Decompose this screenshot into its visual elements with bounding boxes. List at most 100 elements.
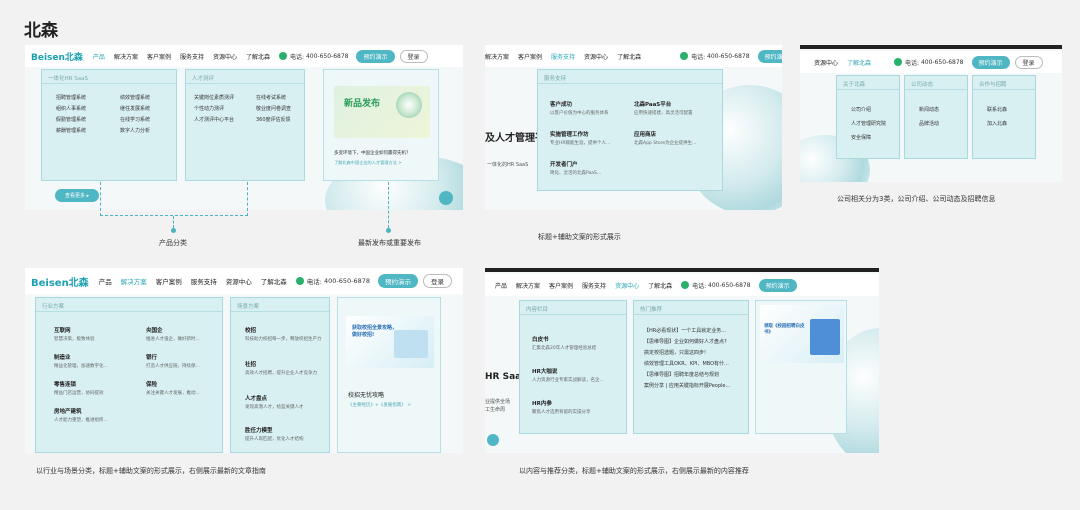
menu-item[interactable]: 继任发展系统 xyxy=(120,105,150,116)
scene-item[interactable]: 胜任力模型 提升人岗匹配，优化人才结构 xyxy=(245,426,325,442)
demo-button[interactable]: 预约演示 xyxy=(378,274,419,288)
login-button[interactable]: 登录 xyxy=(399,49,428,63)
nav-service[interactable]: 服务支持 xyxy=(191,276,217,286)
nav-service[interactable]: 服务支持 xyxy=(582,281,606,290)
industry-item[interactable]: 制造业 精益化管理，加速数字化... xyxy=(54,353,108,369)
industry-item[interactable]: 央国企 推进人才强企，做好新时... xyxy=(146,326,200,342)
logo[interactable]: Beisen北森 xyxy=(31,274,89,289)
service-item-3[interactable]: 实施管理工作坊 专业HR赋能生涯，提供个人... xyxy=(550,130,610,146)
nav-products[interactable]: 产品 xyxy=(99,276,112,286)
industry-item[interactable]: 互联网 智慧决策，极致体验 xyxy=(54,326,95,342)
nav-solutions[interactable]: 解决方案 xyxy=(114,52,138,61)
industry-item[interactable]: 零售连锁 精益门店运营，协同提效 xyxy=(54,380,104,396)
top-nav: Beisen北森 产品 解决方案 客户案例 服务支持 资源中心 了解北森 电话:… xyxy=(25,268,463,294)
login-button[interactable]: 登录 xyxy=(1014,55,1043,69)
nav-resources[interactable]: 资源中心 xyxy=(226,276,252,286)
recommend-card[interactable]: 领取《校园招聘白皮书》 xyxy=(755,300,847,434)
menu-item[interactable]: 薪酬管理系统 xyxy=(56,127,86,138)
service-item-1[interactable]: 客户成功 以客户价值为中心的服务体系 xyxy=(550,100,609,116)
menu-item[interactable]: 品牌活动 xyxy=(919,120,939,131)
menu-item[interactable]: 在线学习系统 xyxy=(120,116,150,127)
menu-item[interactable]: 新闻动态 xyxy=(919,106,939,117)
menu-item[interactable]: 敬业度问卷调查 xyxy=(256,105,291,116)
industry-item[interactable]: 银行 打造人才供应链，持续保... xyxy=(146,353,200,369)
menu-item[interactable]: 招聘管理系统 xyxy=(56,94,86,105)
content-item[interactable]: 白皮书 汇集北森20年人才管理经验总结 xyxy=(532,335,596,351)
menu-item[interactable]: 公司介绍 xyxy=(851,106,886,117)
hot-item[interactable]: 搞定校招选题，只需这四步! xyxy=(644,349,730,360)
scene-item[interactable]: 人才盘点 发现高潜人才，绘蓝关键人才 xyxy=(245,394,325,410)
nav-solutions[interactable]: 解决方案 xyxy=(121,276,147,286)
chat-icon[interactable] xyxy=(439,191,453,205)
menu-item[interactable]: 假勤管理系统 xyxy=(56,116,86,127)
nav-about[interactable]: 了解北森 xyxy=(648,281,672,290)
content-item[interactable]: HR内参 聚焦人才选用育留的实操分享 xyxy=(532,399,591,415)
menu-item[interactable]: 人才管理研究院 xyxy=(851,120,886,131)
menu-item[interactable]: 个性动力测评 xyxy=(194,105,234,116)
more-button[interactable]: 查看更多 ▸ xyxy=(55,189,100,202)
product-list-1: 招聘管理系统 组织人事系统 假勤管理系统 薪酬管理系统 xyxy=(56,94,86,138)
content-item[interactable]: HR大咖说 人力资源行业专家实战解读，名企... xyxy=(532,367,604,383)
hot-item[interactable]: 案例分享 | 应用关键指标开展People... xyxy=(644,382,730,393)
nav-cases[interactable]: 客户案例 xyxy=(518,52,542,61)
nav-cases[interactable]: 客户案例 xyxy=(156,276,182,286)
nav-solutions[interactable]: 解决方案 xyxy=(516,281,540,290)
logo[interactable]: Beisen北森 xyxy=(31,50,83,63)
phone-icon xyxy=(681,281,690,289)
demo-button[interactable]: 预约演示 xyxy=(757,49,782,63)
hot-item[interactable]: 【HR必看现状】一个工具就定业务... xyxy=(644,327,730,338)
nav-about[interactable]: 了解北森 xyxy=(617,52,641,61)
nav-about[interactable]: 了解北森 xyxy=(246,52,270,61)
industry-item[interactable]: 保险 关注关键人才发展，推动... xyxy=(146,380,200,396)
demo-button[interactable]: 预约演示 xyxy=(758,278,797,292)
nav-solutions[interactable]: 解决方案 xyxy=(485,52,509,61)
product-list-3: 关键岗位素质测评 个性动力测评 人才测评中心平台 xyxy=(194,94,234,127)
demo-button[interactable]: 预约演示 xyxy=(356,49,395,63)
nav-service[interactable]: 服务支持 xyxy=(551,52,575,61)
release-text: 多变环境下，中国企业如何赢得先机？ xyxy=(334,151,411,156)
nav-products[interactable]: 产品 xyxy=(93,52,105,61)
nav-products[interactable]: 产品 xyxy=(495,281,507,290)
guide-link[interactable]: 《主要经历》+《发展指南》 > xyxy=(348,402,411,408)
menu-item[interactable]: 绩效管理系统 xyxy=(120,94,150,105)
login-button[interactable]: 登录 xyxy=(423,274,453,288)
menu-item[interactable]: 在线考试系统 xyxy=(256,94,291,105)
menu-item[interactable]: 360度评估反馈 xyxy=(256,116,291,127)
phone-icon xyxy=(680,52,689,60)
menu-item[interactable]: 数字人力分析 xyxy=(120,127,150,138)
nav-cases[interactable]: 客户案例 xyxy=(147,52,171,61)
annotation-line-products xyxy=(100,182,248,216)
service-item-2[interactable]: 北森PaaS平台 应用快速搭建，高灵活可配置 xyxy=(634,100,693,116)
menu-item[interactable]: 组织人事系统 xyxy=(56,105,86,116)
hot-list: 【HR必看现状】一个工具就定业务... 【思维导图】企业如何做好人才盘点? 搞定… xyxy=(644,327,730,393)
menu-item[interactable]: 联系北森 xyxy=(987,106,1007,117)
hot-item[interactable]: 绩效管理工具OKR、KPI、MBO有什... xyxy=(644,360,730,371)
hot-item[interactable]: 【思维导图】企业如何做好人才盘点? xyxy=(644,338,730,349)
demo-button[interactable]: 预约演示 xyxy=(971,55,1010,69)
nav-resources[interactable]: 资源中心 xyxy=(814,58,838,67)
nav-about[interactable]: 了解北森 xyxy=(261,276,287,286)
industry-item[interactable]: 房地产建筑 人才能力重塑，推进组织... xyxy=(54,407,108,423)
annotation-dot xyxy=(171,228,176,233)
group-title: 人才测评 xyxy=(186,70,304,84)
service-item-5[interactable]: 开发者门户 简化、灵活的北森PaaS... xyxy=(550,160,601,176)
nav-service[interactable]: 服务支持 xyxy=(180,52,204,61)
menu-item[interactable]: 关键岗位素质测评 xyxy=(194,94,234,105)
play-icon[interactable] xyxy=(487,434,499,446)
menu-item[interactable]: 加入北森 xyxy=(987,120,1007,131)
nav-cases[interactable]: 客户案例 xyxy=(549,281,573,290)
hot-item[interactable]: 【思维导图】招聘年度总结与规划 xyxy=(644,371,730,382)
service-item-4[interactable]: 应用商店 北森App Store为企业提供生... xyxy=(634,130,696,146)
guide-card[interactable]: 获取校招全景攻略，做好校招! 校招无忧攻略 《主要经历》+《发展指南》 > xyxy=(337,297,441,453)
scene-item[interactable]: 校招 科技助力校招每一步，释放校招生产力 xyxy=(245,326,325,342)
release-link[interactable]: 了解北森中国企业的人才管理方法 > xyxy=(334,160,438,166)
nav-resources[interactable]: 资源中心 xyxy=(584,52,608,61)
menu-item[interactable]: 人才测评中心平台 xyxy=(194,116,234,127)
nav-about[interactable]: 了解北森 xyxy=(847,58,871,67)
nav-resources[interactable]: 资源中心 xyxy=(615,281,639,290)
menu-item[interactable]: 安全保障 xyxy=(851,134,886,145)
nav-resources[interactable]: 资源中心 xyxy=(213,52,237,61)
scene-item[interactable]: 社招 高效人才招聘，提升企业人才竞争力 xyxy=(245,360,325,376)
top-nav: 解决方案 客户案例 服务支持 资源中心 了解北森 电话: 400-650-687… xyxy=(485,45,782,67)
release-card[interactable]: 新品发布 多变环境下，中国企业如何赢得先机？ 了解北森中国企业的人才管理方法 > xyxy=(323,69,439,181)
